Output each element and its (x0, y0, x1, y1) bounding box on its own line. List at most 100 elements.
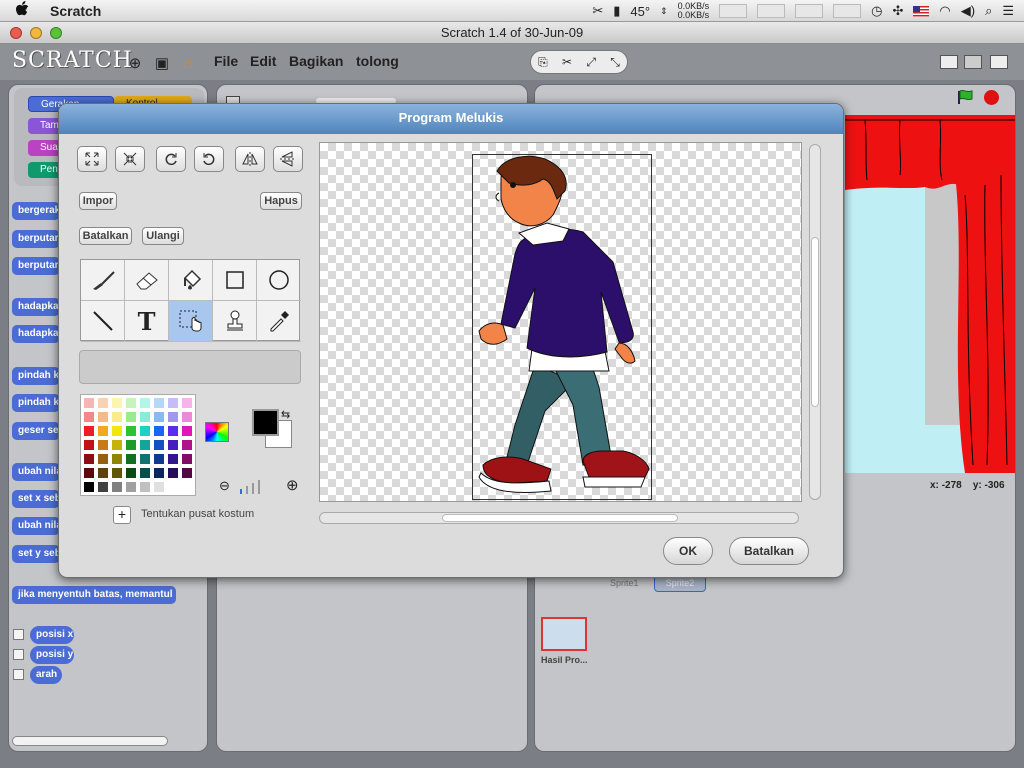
sprite-tile-1[interactable]: Sprite1 (610, 578, 639, 588)
block-set-y[interactable]: set y seb (12, 545, 60, 563)
block-change-x[interactable]: ubah nila (12, 463, 60, 481)
zoom-in-icon[interactable]: ⊕ (286, 476, 299, 494)
save-disk-icon[interactable]: ▣ (153, 54, 171, 72)
palette-swatch-34[interactable] (111, 453, 123, 465)
rotate-right-icon[interactable] (194, 146, 224, 172)
palette-swatch-6[interactable] (167, 397, 179, 409)
palette-swatch-35[interactable] (125, 453, 137, 465)
rotate-left-icon[interactable] (156, 146, 186, 172)
palette-swatch-2[interactable] (111, 397, 123, 409)
text-tool-icon[interactable]: T (125, 301, 169, 342)
block-point-towards[interactable]: hadapkan (12, 325, 60, 343)
grow-costume-icon[interactable] (77, 146, 107, 172)
undo-button[interactable]: Batalkan (79, 227, 132, 245)
palette-swatch-11[interactable] (125, 411, 137, 423)
cancel-button[interactable]: Batalkan (729, 537, 809, 565)
palette-swatch-46[interactable] (167, 467, 179, 479)
color-picker-swatch[interactable] (205, 422, 229, 442)
zoom-window-button[interactable] (50, 27, 62, 39)
redo-button[interactable]: Ulangi (142, 227, 184, 245)
block-turn-left[interactable]: berputar (12, 257, 60, 275)
palette-swatch-43[interactable] (125, 467, 137, 479)
fill-bucket-tool-icon[interactable] (169, 260, 213, 301)
tools-icon[interactable]: ✂ (592, 3, 603, 19)
us-flag-icon[interactable] (913, 5, 930, 17)
palette-swatch-51[interactable] (125, 481, 137, 493)
checkbox-y-position[interactable] (13, 649, 24, 660)
sync-icon[interactable]: ✣ (892, 3, 903, 19)
palette-swatch-20[interactable] (139, 425, 151, 437)
palette-swatch-54[interactable] (167, 481, 179, 493)
palette-swatch-26[interactable] (111, 439, 123, 451)
menu-share[interactable]: Bagikan (289, 53, 343, 69)
reporter-direction[interactable]: arah (30, 666, 62, 684)
language-globe-icon[interactable]: ⊕ (126, 54, 144, 72)
spotlight-search-icon[interactable]: ⌕ (985, 3, 992, 19)
palette-swatch-0[interactable] (83, 397, 95, 409)
foreground-color-swatch[interactable] (252, 409, 279, 436)
palette-swatch-14[interactable] (167, 411, 179, 423)
block-point-direction[interactable]: hadapkan (12, 298, 60, 316)
canvas-vertical-scrollbar[interactable] (809, 144, 821, 500)
grow-icon[interactable]: ⤢ (586, 55, 596, 70)
ok-button[interactable]: OK (663, 537, 713, 565)
palette-swatch-47[interactable] (181, 467, 193, 479)
palette-swatch-39[interactable] (181, 453, 193, 465)
palette-swatch-4[interactable] (139, 397, 151, 409)
palette-swatch-7[interactable] (181, 397, 193, 409)
set-center-icon[interactable]: + (113, 506, 131, 524)
palette-swatch-28[interactable] (139, 439, 151, 451)
palette-swatch-32[interactable] (83, 453, 95, 465)
rotation-readout[interactable]: 45° (630, 4, 650, 19)
paint-canvas[interactable] (319, 142, 802, 502)
palette-swatch-53[interactable] (153, 481, 165, 493)
block-turn-right[interactable]: berputar (12, 230, 60, 248)
palette-swatch-21[interactable] (153, 425, 165, 437)
palette-swatch-31[interactable] (181, 439, 193, 451)
palette-swatch-41[interactable] (97, 467, 109, 479)
palette-swatch-55[interactable] (181, 481, 193, 493)
app-menu-name[interactable]: Scratch (50, 3, 101, 19)
eyedropper-tool-icon[interactable] (257, 301, 301, 342)
stop-sign-icon[interactable] (984, 90, 999, 105)
checkbox-x-position[interactable] (13, 629, 24, 640)
list-menu-icon[interactable]: ☰ (1002, 3, 1014, 19)
duplicate-icon[interactable]: ⎘ (538, 55, 548, 70)
block-bounce-on-edge[interactable]: jika menyentuh batas, memantul (12, 586, 176, 604)
palette-swatch-37[interactable] (153, 453, 165, 465)
palette-swatch-10[interactable] (111, 411, 123, 423)
small-stage-icon[interactable] (940, 55, 958, 69)
palette-swatch-3[interactable] (125, 397, 137, 409)
canvas-horizontal-scrollbar[interactable] (319, 512, 799, 524)
swap-colors-icon[interactable]: ⇆ (281, 408, 290, 421)
stepper-icon[interactable]: ⇕ (660, 6, 668, 17)
palette-swatch-24[interactable] (83, 439, 95, 451)
palette-swatch-42[interactable] (111, 467, 123, 479)
block-glide[interactable]: geser se (12, 422, 60, 440)
presentation-mode-icon[interactable] (990, 55, 1008, 69)
reporter-y-position[interactable]: posisi y (30, 646, 74, 664)
palette-swatch-48[interactable] (83, 481, 95, 493)
stage-thumbnail[interactable] (541, 617, 587, 651)
stage[interactable] (845, 115, 1015, 473)
palette-swatch-25[interactable] (97, 439, 109, 451)
palette-swatch-27[interactable] (125, 439, 137, 451)
palette-swatch-13[interactable] (153, 411, 165, 423)
time-machine-icon[interactable]: ◷ (871, 3, 882, 19)
paintbrush-tool-icon[interactable] (81, 260, 125, 301)
shrink-icon[interactable]: ⤡ (610, 55, 620, 70)
import-button[interactable]: Impor (79, 192, 117, 210)
palette-swatch-15[interactable] (181, 411, 193, 423)
palette-swatch-5[interactable] (153, 397, 165, 409)
palette-swatch-16[interactable] (83, 425, 95, 437)
shrink-costume-icon[interactable] (115, 146, 145, 172)
menu-file[interactable]: File (214, 53, 238, 69)
menu-help[interactable]: tolong (356, 53, 399, 69)
green-flag-icon[interactable] (956, 89, 974, 105)
set-center-label[interactable]: Tentukan pusat kostum (141, 508, 254, 520)
palette-swatch-23[interactable] (181, 425, 193, 437)
reporter-x-position[interactable]: posisi x (30, 626, 74, 644)
flip-horizontal-icon[interactable] (235, 146, 265, 172)
flip-vertical-icon[interactable] (273, 146, 303, 172)
block-go-to[interactable]: pindah k (12, 394, 60, 412)
